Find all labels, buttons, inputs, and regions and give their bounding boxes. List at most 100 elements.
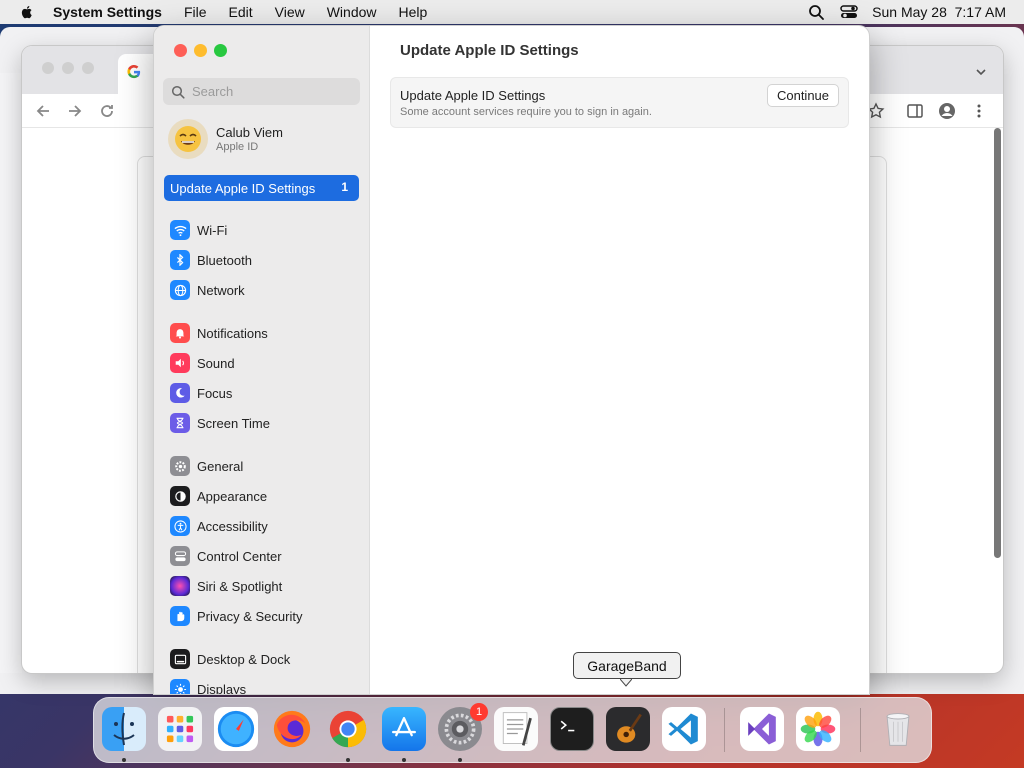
- side-panel-icon[interactable]: [906, 102, 924, 120]
- chrome-icon[interactable]: [326, 707, 370, 751]
- running-indicator: [346, 758, 350, 762]
- sidebar-item-desktop-dock[interactable]: Desktop & Dock: [170, 648, 290, 670]
- sidebar-item-label: Focus: [197, 385, 233, 401]
- sidebar-item-wifi[interactable]: Wi-Fi: [170, 219, 227, 241]
- browser-close-button[interactable]: [42, 62, 54, 74]
- sidebar-item-label: Displays: [197, 681, 247, 695]
- dock-separator: [860, 708, 861, 752]
- running-indicator: [458, 758, 462, 762]
- sidebar-item-label: Wi-Fi: [197, 222, 228, 238]
- minimize-button[interactable]: [194, 44, 207, 57]
- globe-icon: [170, 280, 190, 300]
- chevron-down-icon[interactable]: [975, 66, 987, 78]
- safari-icon[interactable]: [214, 707, 258, 751]
- firefox-icon[interactable]: [270, 707, 314, 751]
- sidebar-item-notifications[interactable]: Notifications: [170, 322, 268, 344]
- menubar-clock[interactable]: Sun May 28 7:17 AM: [872, 4, 1006, 20]
- sidebar-item-privacy-security[interactable]: Privacy & Security: [170, 605, 302, 627]
- browser-scrollbar[interactable]: [994, 128, 1001, 558]
- sidebar-item-screen-time[interactable]: Screen Time: [170, 412, 270, 434]
- menu-window[interactable]: Window: [327, 4, 377, 20]
- system-settings-icon[interactable]: 1: [438, 703, 488, 751]
- running-indicator: [402, 758, 406, 762]
- sidebar-item-label: Sound: [197, 355, 235, 371]
- gear-icon: [170, 456, 190, 476]
- trash-icon[interactable]: [876, 707, 920, 751]
- close-button[interactable]: [174, 44, 187, 57]
- back-arrow-icon[interactable]: [34, 102, 52, 120]
- menu-view[interactable]: View: [275, 4, 305, 20]
- profile-subtitle: Apple ID: [216, 141, 259, 153]
- sidebar-item-sound[interactable]: Sound: [170, 352, 235, 374]
- search-field[interactable]: [163, 78, 360, 105]
- sidebar-item-network[interactable]: Network: [170, 279, 245, 301]
- page-title: Update Apple ID Settings: [400, 42, 579, 59]
- visual-studio-icon[interactable]: [740, 707, 784, 751]
- menu-app-name[interactable]: System Settings: [53, 4, 162, 20]
- profile-icon[interactable]: [938, 102, 956, 120]
- finder-icon[interactable]: [102, 707, 146, 751]
- terminal-icon[interactable]: [550, 707, 594, 751]
- search-input[interactable]: [192, 84, 352, 99]
- settings-sidebar: Calub Viem Apple ID Update Apple ID Sett…: [154, 26, 370, 694]
- sidebar-item-label: General: [197, 458, 244, 474]
- update-apple-id-card: Update Apple ID Settings Some account se…: [390, 77, 849, 128]
- reload-icon[interactable]: [98, 102, 116, 120]
- sidebar-item-label: Control Center: [197, 548, 282, 564]
- sidebar-item-label: Notifications: [197, 325, 268, 341]
- dock-notification-badge: 1: [470, 703, 488, 721]
- card-heading: Update Apple ID Settings: [400, 88, 546, 103]
- sidebar-item-control-center[interactable]: Control Center: [170, 545, 282, 567]
- launchpad-icon[interactable]: [158, 707, 202, 751]
- search-icon[interactable]: [808, 4, 826, 20]
- textedit-icon[interactable]: [494, 707, 538, 751]
- card-description: Some account services require you to sig…: [400, 106, 652, 118]
- speaker-icon: [170, 353, 190, 373]
- menu-file[interactable]: File: [184, 4, 207, 20]
- system-settings-window: Calub Viem Apple ID Update Apple ID Sett…: [154, 26, 869, 694]
- sidebar-item-siri-spotlight[interactable]: Siri & Spotlight: [170, 575, 282, 597]
- sidebar-item-appearance[interactable]: Appearance: [170, 485, 267, 507]
- menu-help[interactable]: Help: [399, 4, 428, 20]
- hand-icon: [170, 606, 190, 626]
- garageband-icon[interactable]: [606, 707, 650, 751]
- google-icon: [127, 65, 141, 79]
- notification-badge: 1: [341, 180, 348, 194]
- sidebar-item-bluetooth[interactable]: Bluetooth: [170, 249, 252, 271]
- running-indicator: [122, 758, 126, 762]
- hourglass-icon: [170, 413, 190, 433]
- vscode-icon[interactable]: [662, 707, 706, 751]
- sidebar-item-accessibility[interactable]: Accessibility: [170, 515, 268, 537]
- sidebar-item-label: Appearance: [197, 488, 268, 504]
- apple-icon[interactable]: [19, 4, 35, 20]
- maximize-button[interactable]: [214, 44, 227, 57]
- photos-icon[interactable]: [796, 707, 840, 751]
- sidebar-item-focus[interactable]: Focus: [170, 382, 232, 404]
- apple-id-profile[interactable]: Calub Viem Apple ID: [168, 118, 358, 160]
- background-window-sidebar: [0, 73, 22, 673]
- sidebar-item-label: Network: [197, 282, 245, 298]
- sidebar-item-label: Update Apple ID Settings: [170, 180, 316, 196]
- bluetooth-icon: [170, 250, 190, 270]
- sidebar-item-update-apple-id[interactable]: Update Apple ID Settings 1: [164, 175, 359, 201]
- browser-minimize-button[interactable]: [62, 62, 74, 74]
- app-store-icon[interactable]: [382, 707, 426, 751]
- sidebar-item-label: Screen Time: [197, 415, 270, 431]
- control-center-icon: [170, 546, 190, 566]
- emoji-avatar-icon: [175, 126, 201, 152]
- sidebar-item-displays[interactable]: Displays: [170, 678, 246, 694]
- appearance-icon: [170, 486, 190, 506]
- control-center-icon[interactable]: [840, 4, 858, 20]
- browser-maximize-button[interactable]: [82, 62, 94, 74]
- more-menu-icon[interactable]: [970, 102, 988, 120]
- bookmark-star-icon[interactable]: [867, 102, 885, 120]
- menu-edit[interactable]: Edit: [229, 4, 253, 20]
- sidebar-item-general[interactable]: General: [170, 455, 243, 477]
- continue-button[interactable]: Continue: [767, 84, 839, 107]
- forward-arrow-icon[interactable]: [66, 102, 84, 120]
- menu-bar: System Settings File Edit View Window He…: [0, 0, 1024, 24]
- dock-tooltip: GarageBand: [573, 652, 681, 679]
- bell-icon: [170, 323, 190, 343]
- search-icon: [171, 85, 185, 99]
- accessibility-icon: [170, 516, 190, 536]
